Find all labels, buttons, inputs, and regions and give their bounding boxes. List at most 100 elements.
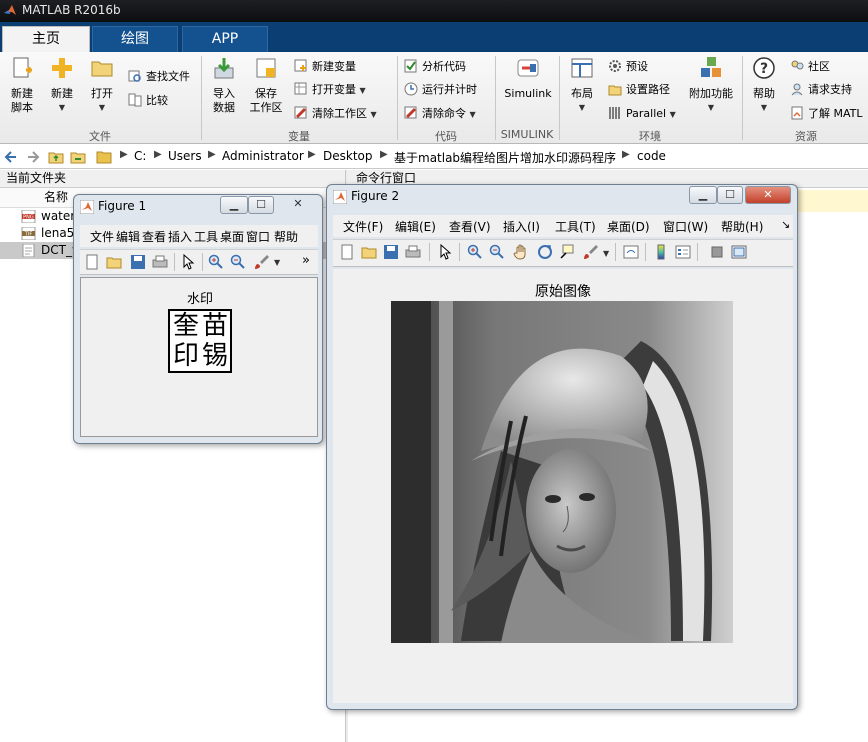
addons-button[interactable]: 附加功能 ▼ <box>686 56 736 115</box>
save-icon[interactable] <box>130 254 146 270</box>
breadcrumb-segment[interactable]: 基于matlab编程给图片增加水印源码程序 <box>394 149 616 166</box>
breadcrumb-segment[interactable]: C: <box>134 149 146 163</box>
figure2-menu-view[interactable]: 查看(V) <box>449 218 491 235</box>
layout-button[interactable]: 布局 ▼ <box>564 56 600 115</box>
figure1-minimize-button[interactable]: ▁ <box>220 196 248 214</box>
show-plot-tools-icon[interactable] <box>731 244 747 260</box>
zoom-in-icon[interactable] <box>208 254 224 270</box>
print-icon[interactable] <box>405 244 421 260</box>
help-button[interactable]: ? 帮助 ▼ <box>746 56 782 115</box>
brush-icon[interactable] <box>254 254 270 270</box>
breadcrumb-segment[interactable]: Administrator <box>222 149 304 163</box>
colorbar-icon[interactable] <box>653 244 669 260</box>
figure1-menu-tools[interactable]: 工具 <box>194 228 218 245</box>
figure1-menu-insert[interactable]: 插入 <box>168 228 192 245</box>
save-icon[interactable] <box>383 244 399 260</box>
new-figure-icon[interactable] <box>339 244 355 260</box>
tab-plots[interactable]: 绘图 <box>92 26 178 52</box>
simulink-button[interactable]: Simulink <box>502 56 554 101</box>
figure2-menu-window[interactable]: 窗口(W) <box>663 218 708 235</box>
group-label-variable: 变量 <box>288 130 310 143</box>
breadcrumb-segment[interactable]: Desktop <box>323 149 373 163</box>
figure2-close-button[interactable]: ✕ <box>745 186 791 204</box>
figure1-menu-file[interactable]: 文件 <box>90 228 114 245</box>
parallel-button[interactable]: Parallel ▼ <box>608 105 676 125</box>
matlab-logo-icon <box>4 5 16 15</box>
learn-matlab-button[interactable]: 了解 MATL <box>790 105 863 125</box>
figure2-menu-edit[interactable]: 编辑(E) <box>395 218 436 235</box>
figure2-menu-tools[interactable]: 工具(T) <box>555 218 596 235</box>
open-file-icon[interactable] <box>361 244 377 260</box>
figure2-maximize-button[interactable]: ☐ <box>717 186 743 204</box>
figure1-maximize-button[interactable]: ☐ <box>248 196 274 214</box>
clear-workspace-icon <box>294 106 307 119</box>
figure2-menu-insert[interactable]: 插入(I) <box>503 218 540 235</box>
link-plot-icon[interactable] <box>623 244 639 260</box>
legend-icon[interactable] <box>675 244 691 260</box>
data-cursor-icon[interactable] <box>559 244 575 260</box>
preferences-button[interactable]: 预设 <box>608 58 648 78</box>
figure1-menu-help[interactable]: 帮助 <box>274 228 298 245</box>
figure2-window[interactable]: Figure 2 ▁ ☐ ✕ 文件(F) 编辑(E) 查看(V) 插入(I) 工… <box>326 184 798 710</box>
address-bar: ▶ C: ▶ Users ▶ Administrator ▶ Desktop ▶… <box>0 145 868 169</box>
zoom-in-icon[interactable] <box>467 244 483 260</box>
clear-workspace-button[interactable]: 清除工作区 ▼ <box>294 105 377 125</box>
menubar-overflow-icon[interactable]: ↘ <box>781 218 790 231</box>
figure2-minimize-button[interactable]: ▁ <box>689 186 717 204</box>
figure1-menu-view[interactable]: 查看 <box>142 228 166 245</box>
rotate-3d-icon[interactable] <box>537 244 553 260</box>
compare-button[interactable]: 比较 <box>128 92 168 112</box>
figure1-menu-edit[interactable]: 编辑 <box>116 228 140 245</box>
new-script-label: 新建 脚本 <box>11 87 33 114</box>
breadcrumb-segment[interactable]: code <box>637 149 666 163</box>
figure2-menu-desktop[interactable]: 桌面(D) <box>607 218 650 235</box>
import-data-label: 导入 数据 <box>213 87 235 114</box>
figure1-menu-window[interactable]: 窗口 <box>246 228 270 245</box>
brush-dropdown-icon[interactable]: ▼ <box>603 249 609 258</box>
pointer-arrow-icon[interactable] <box>180 254 196 270</box>
import-data-button[interactable]: 导入 数据 <box>206 56 242 115</box>
open-file-icon[interactable] <box>106 254 122 270</box>
figure1-window[interactable]: Figure 1 ▁ ☐ ✕ 文件 编辑 查看 插入 工具 桌面 窗口 帮助 ▼… <box>73 194 323 444</box>
analyze-code-button[interactable]: 分析代码 <box>404 58 466 78</box>
figure1-menu-desktop[interactable]: 桌面 <box>220 228 244 245</box>
zoom-out-icon[interactable] <box>230 254 246 270</box>
open-variable-button[interactable]: 打开变量 ▼ <box>294 81 366 101</box>
browse-folder-icon[interactable] <box>70 149 86 165</box>
save-workspace-button[interactable]: 保存 工作区 <box>246 56 286 115</box>
new-button[interactable]: 新建 ▼ <box>44 56 80 115</box>
figure1-close-button[interactable]: ✕ <box>278 196 318 214</box>
forward-arrow-icon[interactable] <box>26 150 40 164</box>
tab-home[interactable]: 主页 <box>2 26 90 52</box>
run-and-time-button[interactable]: 运行并计时 <box>404 81 477 101</box>
set-path-button[interactable]: 设置路径 <box>608 81 670 101</box>
layout-dropdown-icon: ▼ <box>578 103 586 112</box>
request-support-button[interactable]: 请求支持 <box>790 81 852 101</box>
hide-plot-tools-icon[interactable] <box>709 244 725 260</box>
open-button[interactable]: 打开 ▼ <box>84 56 120 115</box>
clear-commands-button[interactable]: 清除命令 ▼ <box>404 105 476 125</box>
figure2-menu-help[interactable]: 帮助(H) <box>721 218 763 235</box>
pointer-arrow-icon[interactable] <box>437 244 453 260</box>
brush-dropdown-icon[interactable]: ▼ <box>274 258 280 267</box>
brush-icon[interactable] <box>583 244 599 260</box>
find-files-button[interactable]: 查找文件 <box>128 68 190 88</box>
breadcrumb-segment[interactable]: Users <box>168 149 202 163</box>
pan-hand-icon[interactable] <box>513 244 529 260</box>
up-folder-icon[interactable] <box>48 149 64 165</box>
back-arrow-icon[interactable] <box>4 150 18 164</box>
analyze-code-label: 分析代码 <box>422 60 466 73</box>
toolbar-overflow-icon[interactable]: » <box>302 253 310 268</box>
figure2-menu-file[interactable]: 文件(F) <box>343 218 383 235</box>
set-path-label: 设置路径 <box>626 83 670 96</box>
toolbar-separator <box>174 253 175 271</box>
print-icon[interactable] <box>152 254 168 270</box>
community-button[interactable]: 社区 <box>790 58 830 78</box>
zoom-out-icon[interactable] <box>489 244 505 260</box>
tab-apps[interactable]: APP <box>182 26 268 52</box>
learn-matlab-icon <box>791 106 803 120</box>
new-script-button[interactable]: 新建 脚本 <box>4 56 40 115</box>
request-support-label: 请求支持 <box>808 83 852 96</box>
new-variable-button[interactable]: 新建变量 <box>294 58 356 78</box>
new-figure-icon[interactable] <box>84 254 100 270</box>
